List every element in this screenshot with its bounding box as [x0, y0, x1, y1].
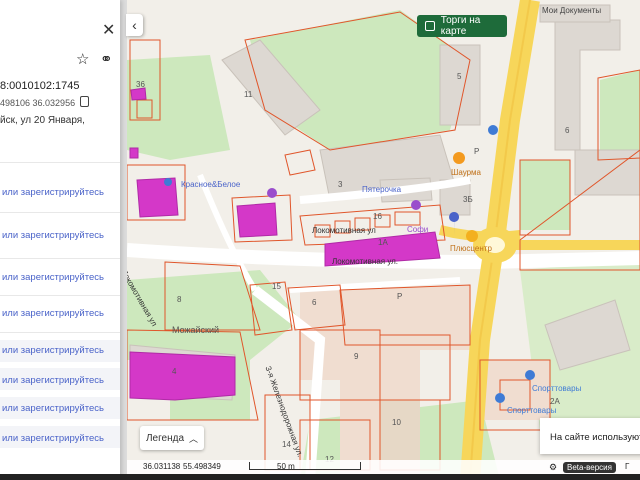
house-number: Р — [474, 147, 480, 156]
poi-label: Шаурма — [451, 168, 481, 177]
house-number: 8 — [177, 295, 182, 304]
scale-bar — [249, 462, 361, 470]
object-address: йск, ул 20 Января, — [0, 115, 85, 126]
latitude-readout: 55.498349 — [183, 462, 221, 471]
house-number: 3Б — [463, 195, 473, 204]
object-info-panel: ✕ ☆ ⚭ 8:0010102:1745 498106 36.032956 йс… — [0, 0, 120, 480]
object-coordinates: 498106 36.032956 — [0, 98, 76, 108]
auctions-on-map-label: Торги на карте — [440, 15, 481, 37]
register-link[interactable]: или зарегистрируйтесь — [2, 187, 104, 198]
beta-badge[interactable]: Beta-версия — [563, 462, 616, 473]
longitude-readout: 36.031138 — [143, 462, 181, 471]
auctions-on-map-button[interactable]: Торги на карте — [417, 15, 507, 37]
divider — [0, 258, 120, 259]
poi-label: Пятерочка — [362, 185, 402, 194]
register-link[interactable]: или зарегистрируйтесь — [2, 345, 104, 356]
collapse-panel-button[interactable]: ‹ — [126, 14, 143, 36]
house-number: 2А — [550, 397, 560, 406]
poi-label: Спорттовары — [507, 406, 557, 415]
register-link[interactable]: или зарегистрируйтесь — [2, 230, 104, 241]
house-number: 3 — [338, 180, 343, 189]
poi-label: Спорттовары — [532, 384, 582, 393]
house-number: 5 — [457, 72, 462, 81]
register-link[interactable]: или зарегистрируйтесь — [2, 375, 104, 386]
map-status-bar: 36.031138 55.498349 50 m ⚙ Beta-версия Г — [127, 460, 640, 474]
house-number: 10 — [392, 418, 401, 427]
cadastral-number: 8:0010102:1745 — [0, 80, 80, 92]
star-icon[interactable]: ☆ — [76, 50, 89, 68]
poi-label: Мои Документы — [542, 6, 602, 15]
house-number: 16 — [373, 212, 382, 221]
house-number: 14 — [282, 440, 291, 449]
edge-text: Г — [625, 462, 630, 471]
area-label: Можайский — [172, 325, 220, 335]
register-link[interactable]: или зарегистрируйтесь — [2, 403, 104, 414]
house-number: 36 — [136, 80, 145, 89]
street-label: Локомотивная ул — [312, 226, 376, 235]
house-number: 11 — [244, 90, 253, 99]
legend-button[interactable]: Легенда ︿ — [140, 426, 204, 450]
divider — [0, 162, 120, 163]
divider — [0, 295, 120, 296]
cookie-notice-text: На сайте используютс — [550, 432, 640, 443]
scale-label: 50 m — [277, 462, 295, 471]
house-number: 6 — [565, 126, 570, 135]
register-link[interactable]: или зарегистрируйтесь — [2, 308, 104, 319]
house-number: 6 — [312, 298, 317, 307]
divider — [0, 332, 120, 333]
settings-icon[interactable]: ⚙ — [549, 462, 557, 473]
bottom-strip — [0, 474, 640, 480]
cookie-notice: На сайте используютс — [540, 418, 640, 454]
poi-label: Софи — [407, 225, 429, 234]
street-label: Локомотивная ул. — [332, 257, 399, 266]
house-number: 4 — [172, 367, 177, 376]
close-icon[interactable]: ✕ — [102, 20, 115, 40]
checkbox-icon — [425, 21, 435, 31]
share-icon[interactable]: ⚭ — [100, 50, 113, 68]
house-number: 9 — [354, 352, 359, 361]
house-number: 15 — [272, 282, 281, 291]
house-number: Р — [397, 292, 403, 301]
poi-label: Красное&Белое — [181, 180, 241, 189]
poi-label: Плюсцентр — [450, 244, 492, 253]
copy-icon[interactable] — [80, 96, 89, 107]
chevron-up-icon: ︿ — [189, 433, 199, 444]
legend-label: Легенда — [145, 432, 185, 444]
map-canvas[interactable]: Мои Документы Красное&Белое Шаурма Пятер… — [127, 0, 640, 480]
divider — [0, 212, 120, 213]
register-link[interactable]: или зарегистрируйтесь — [2, 272, 104, 283]
house-number: 1А — [378, 238, 388, 247]
register-link[interactable]: или зарегистрируйтесь — [2, 433, 104, 444]
